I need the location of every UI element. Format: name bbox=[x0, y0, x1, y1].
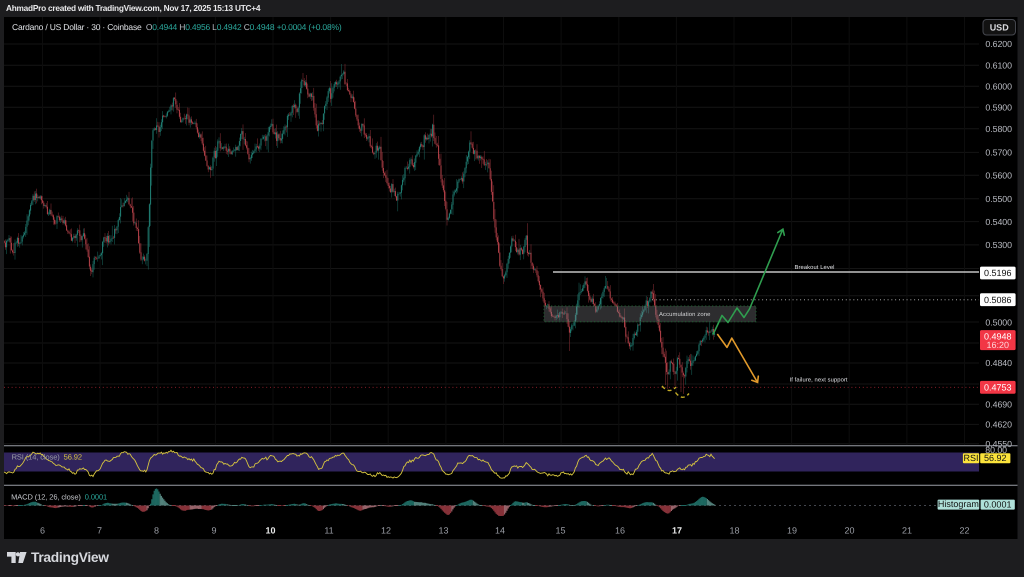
svg-text:0.6000: 0.6000 bbox=[985, 81, 1012, 91]
svg-text:7: 7 bbox=[97, 526, 102, 536]
svg-text:0.5196: 0.5196 bbox=[984, 268, 1012, 278]
svg-text:16: 16 bbox=[615, 526, 625, 536]
svg-text:17: 17 bbox=[672, 526, 682, 536]
svg-text:0.5400: 0.5400 bbox=[985, 217, 1012, 227]
svg-text:16:20: 16:20 bbox=[987, 340, 1010, 350]
svg-text:Breakout Level: Breakout Level bbox=[795, 264, 835, 271]
svg-text:Accumulation zone: Accumulation zone bbox=[659, 311, 711, 318]
svg-text:11: 11 bbox=[324, 526, 333, 536]
svg-text:0.5600: 0.5600 bbox=[985, 171, 1012, 181]
svg-text:21: 21 bbox=[902, 526, 912, 536]
svg-text:6: 6 bbox=[40, 526, 45, 536]
svg-text:0.5900: 0.5900 bbox=[985, 102, 1012, 112]
svg-text:9: 9 bbox=[211, 526, 216, 536]
svg-text:0.5700: 0.5700 bbox=[985, 148, 1012, 158]
svg-text:0.5500: 0.5500 bbox=[985, 194, 1012, 204]
svg-text:22: 22 bbox=[959, 526, 969, 536]
svg-text:8: 8 bbox=[154, 526, 159, 536]
svg-text:Cardano / US Dollar · 30 · Coi: Cardano / US Dollar · 30 · Coinbase O0.4… bbox=[12, 22, 342, 32]
svg-text:15: 15 bbox=[555, 526, 565, 536]
svg-text:56.92: 56.92 bbox=[984, 453, 1007, 463]
svg-text:10: 10 bbox=[265, 526, 275, 536]
svg-text:0.6200: 0.6200 bbox=[985, 39, 1012, 49]
svg-text:0.6100: 0.6100 bbox=[985, 61, 1012, 71]
svg-text:RSI: RSI bbox=[963, 453, 978, 463]
svg-text:If failure, next support: If failure, next support bbox=[790, 377, 848, 384]
svg-text:0.4753: 0.4753 bbox=[984, 383, 1012, 393]
svg-text:RSI (14, close) 56.92: RSI (14, close) 56.92 bbox=[12, 453, 82, 462]
svg-text:13: 13 bbox=[438, 526, 448, 536]
svg-text:0.4620: 0.4620 bbox=[985, 420, 1012, 430]
svg-text:14: 14 bbox=[495, 526, 505, 536]
svg-text:USD: USD bbox=[990, 23, 1010, 33]
svg-text:0.0001: 0.0001 bbox=[984, 499, 1012, 509]
svg-text:Histogram: Histogram bbox=[938, 499, 979, 509]
svg-text:19: 19 bbox=[787, 526, 797, 536]
svg-text:18: 18 bbox=[729, 526, 739, 536]
svg-text:0.4690: 0.4690 bbox=[985, 400, 1012, 410]
svg-text:12: 12 bbox=[381, 526, 391, 536]
svg-text:20: 20 bbox=[844, 526, 854, 536]
svg-text:0.5300: 0.5300 bbox=[985, 240, 1012, 250]
svg-text:0.4840: 0.4840 bbox=[985, 358, 1012, 368]
svg-text:MACD (12, 26, close) 0.0001: MACD (12, 26, close) 0.0001 bbox=[11, 493, 107, 502]
svg-text:0.5086: 0.5086 bbox=[984, 295, 1012, 305]
svg-text:0.5800: 0.5800 bbox=[985, 124, 1012, 134]
svg-text:0.5000: 0.5000 bbox=[985, 317, 1012, 327]
